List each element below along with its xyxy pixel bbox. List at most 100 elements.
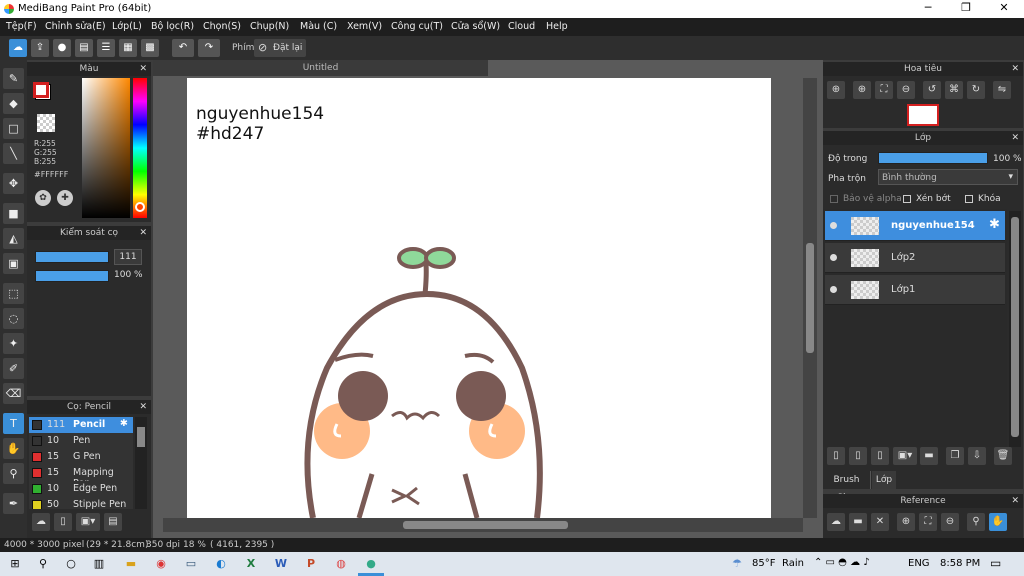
menu-window[interactable]: Cửa sổ(W)	[451, 21, 500, 32]
monitor-icon[interactable]: ▭	[182, 555, 200, 573]
chat-icon[interactable]: ▤	[75, 39, 93, 57]
menu-filter[interactable]: Bộ lọc(R)	[151, 21, 194, 32]
navigator-preview[interactable]	[907, 104, 939, 126]
protect-alpha-checkbox[interactable]	[830, 195, 838, 203]
windows-start-icon[interactable]: ⊞	[6, 555, 24, 573]
clock[interactable]: 8:58 PM	[940, 558, 980, 569]
select-rect-tool-icon[interactable]: ⬚	[3, 283, 24, 304]
canvas[interactable]: nguyenhue154 #hd247	[187, 78, 771, 518]
transparent-color-swatch[interactable]	[37, 114, 55, 132]
close-panel-icon[interactable]: ✕	[1011, 62, 1019, 76]
brush-item-pen[interactable]: 10 Pen	[29, 433, 133, 449]
menu-select[interactable]: Chọn(S)	[203, 21, 241, 32]
clipping-checkbox[interactable]	[903, 195, 911, 203]
vertical-scrollbar[interactable]	[803, 78, 817, 518]
cloud-icon[interactable]: ☁	[827, 513, 845, 531]
undo-icon[interactable]: ↶	[172, 39, 194, 57]
edge-icon[interactable]: ◐	[212, 555, 230, 573]
move-tool-icon[interactable]: ✥	[3, 173, 24, 194]
layer-row-lop2[interactable]: Lớp2	[825, 243, 1005, 273]
language-indicator[interactable]: ENG	[908, 558, 930, 569]
line-tool-icon[interactable]: ╲	[3, 143, 24, 164]
brush-settings-icon[interactable]: ▤	[104, 513, 122, 531]
layer-opacity-slider[interactable]	[878, 152, 988, 164]
gear-icon[interactable]: ✱	[989, 217, 1000, 232]
task-view-icon[interactable]: ○	[62, 555, 80, 573]
tray-icons[interactable]: ⌃ ▭ ◓ ☁ ♪	[814, 557, 870, 568]
cloud-icon[interactable]: ☁	[9, 39, 27, 57]
zoom-in-icon[interactable]: ⊕	[897, 513, 915, 531]
new-brush-icon[interactable]: ▯	[54, 513, 72, 531]
widgets-icon[interactable]: ▥	[90, 555, 108, 573]
layer-list-scrollbar[interactable]	[1009, 211, 1021, 447]
menu-view[interactable]: Xem(V)	[347, 21, 382, 32]
eyedropper-tool-icon[interactable]: ⚲	[3, 463, 24, 484]
maximize-button[interactable]: ❐	[948, 1, 984, 17]
flip-icon[interactable]: ⇋	[993, 81, 1011, 99]
menu-cloud[interactable]: Cloud	[508, 21, 535, 32]
excel-icon[interactable]: X	[242, 555, 260, 573]
fit-icon[interactable]: ⛶	[875, 81, 893, 99]
hand-tool-icon[interactable]: ✋	[3, 438, 24, 459]
reset-view-icon[interactable]: ⌘	[945, 81, 963, 99]
close-panel-icon[interactable]: ✕	[1011, 494, 1019, 508]
text-tool-icon[interactable]: T	[3, 413, 24, 434]
color-field[interactable]	[82, 78, 130, 218]
palette-icon[interactable]: ✿	[35, 190, 51, 206]
brush-size-slider[interactable]	[35, 251, 109, 263]
lasso-tool-icon[interactable]: ◌	[3, 308, 24, 329]
zoom-in-alt-icon[interactable]: ⊕	[853, 81, 871, 99]
reset-button[interactable]: ⊘ Đặt lại	[254, 39, 306, 57]
redo-icon[interactable]: ↷	[198, 39, 220, 57]
chrome-icon[interactable]: ◍	[332, 555, 350, 573]
fit-icon[interactable]: ⛶	[919, 513, 937, 531]
duplicate-layer-icon[interactable]: ❐	[946, 447, 964, 465]
add-brush-icon[interactable]: ▣▾	[76, 513, 100, 531]
hand-icon[interactable]: ✋	[989, 513, 1007, 531]
rotate-right-icon[interactable]: ↻	[967, 81, 985, 99]
brush-opacity-slider[interactable]	[35, 270, 109, 282]
cloud-brush-icon[interactable]: ☁	[32, 513, 50, 531]
menu-file[interactable]: Tệp(F)	[6, 21, 37, 32]
select-pen-tool-icon[interactable]: ✐	[3, 358, 24, 379]
minimize-button[interactable]: ─	[910, 1, 946, 17]
search-icon[interactable]: ⚲	[34, 555, 52, 573]
eye-icon[interactable]	[830, 222, 837, 229]
menu-capture[interactable]: Chụp(N)	[250, 21, 289, 32]
tab-brush-size[interactable]: Brush Size	[823, 471, 871, 503]
hue-slider[interactable]	[133, 78, 147, 218]
panel-icon[interactable]: ▦	[119, 39, 137, 57]
trash-icon[interactable]: 🗑	[994, 447, 1012, 465]
upload-icon[interactable]: ⇪	[31, 39, 49, 57]
brush-item-stipple-pen[interactable]: 50 Stipple Pen	[29, 497, 133, 509]
menu-help[interactable]: Help	[546, 21, 568, 32]
brush-item-mapping-pen[interactable]: 15 Mapping Pen	[29, 465, 133, 489]
pen-tool-icon[interactable]: ✒	[3, 493, 24, 514]
file-explorer-icon[interactable]: ▬	[122, 555, 140, 573]
new-layer-1bit-icon[interactable]: ▯	[871, 447, 889, 465]
bucket-tool-icon[interactable]: ◭	[3, 228, 24, 249]
app-red-icon[interactable]: ◉	[152, 555, 170, 573]
new-layer-8bit-icon[interactable]: ▯	[849, 447, 867, 465]
tab-untitled[interactable]: Untitled	[153, 60, 488, 76]
close-icon[interactable]: ✕	[871, 513, 889, 531]
menu-tools[interactable]: Công cụ(T)	[391, 21, 443, 32]
brush-size-value[interactable]: 111	[114, 249, 142, 265]
brush-item-edge-pen[interactable]: 10 Edge Pen	[29, 481, 133, 497]
brush-tool-icon[interactable]: ✎	[3, 68, 24, 89]
comment-icon[interactable]: ●	[53, 39, 71, 57]
main-color-swatch[interactable]	[33, 82, 49, 98]
brush-list-scrollbar[interactable]	[135, 417, 147, 509]
list-icon[interactable]: ☰	[97, 39, 115, 57]
brush-item-pencil[interactable]: 111 Pencil ✱	[29, 417, 133, 433]
lock-checkbox[interactable]	[965, 195, 973, 203]
rotate-left-icon[interactable]: ↺	[923, 81, 941, 99]
close-panel-icon[interactable]: ✕	[139, 226, 147, 240]
add-layer-menu-icon[interactable]: ▣▾	[893, 447, 917, 465]
select-eraser-tool-icon[interactable]: ⌫	[3, 383, 24, 404]
eraser-tool-icon[interactable]: ◆	[3, 93, 24, 114]
medibang-icon[interactable]: ●	[362, 555, 380, 573]
menu-edit[interactable]: Chỉnh sửa(E)	[45, 21, 106, 32]
zoom-out-icon[interactable]: ⊖	[897, 81, 915, 99]
eye-icon[interactable]	[830, 254, 837, 261]
